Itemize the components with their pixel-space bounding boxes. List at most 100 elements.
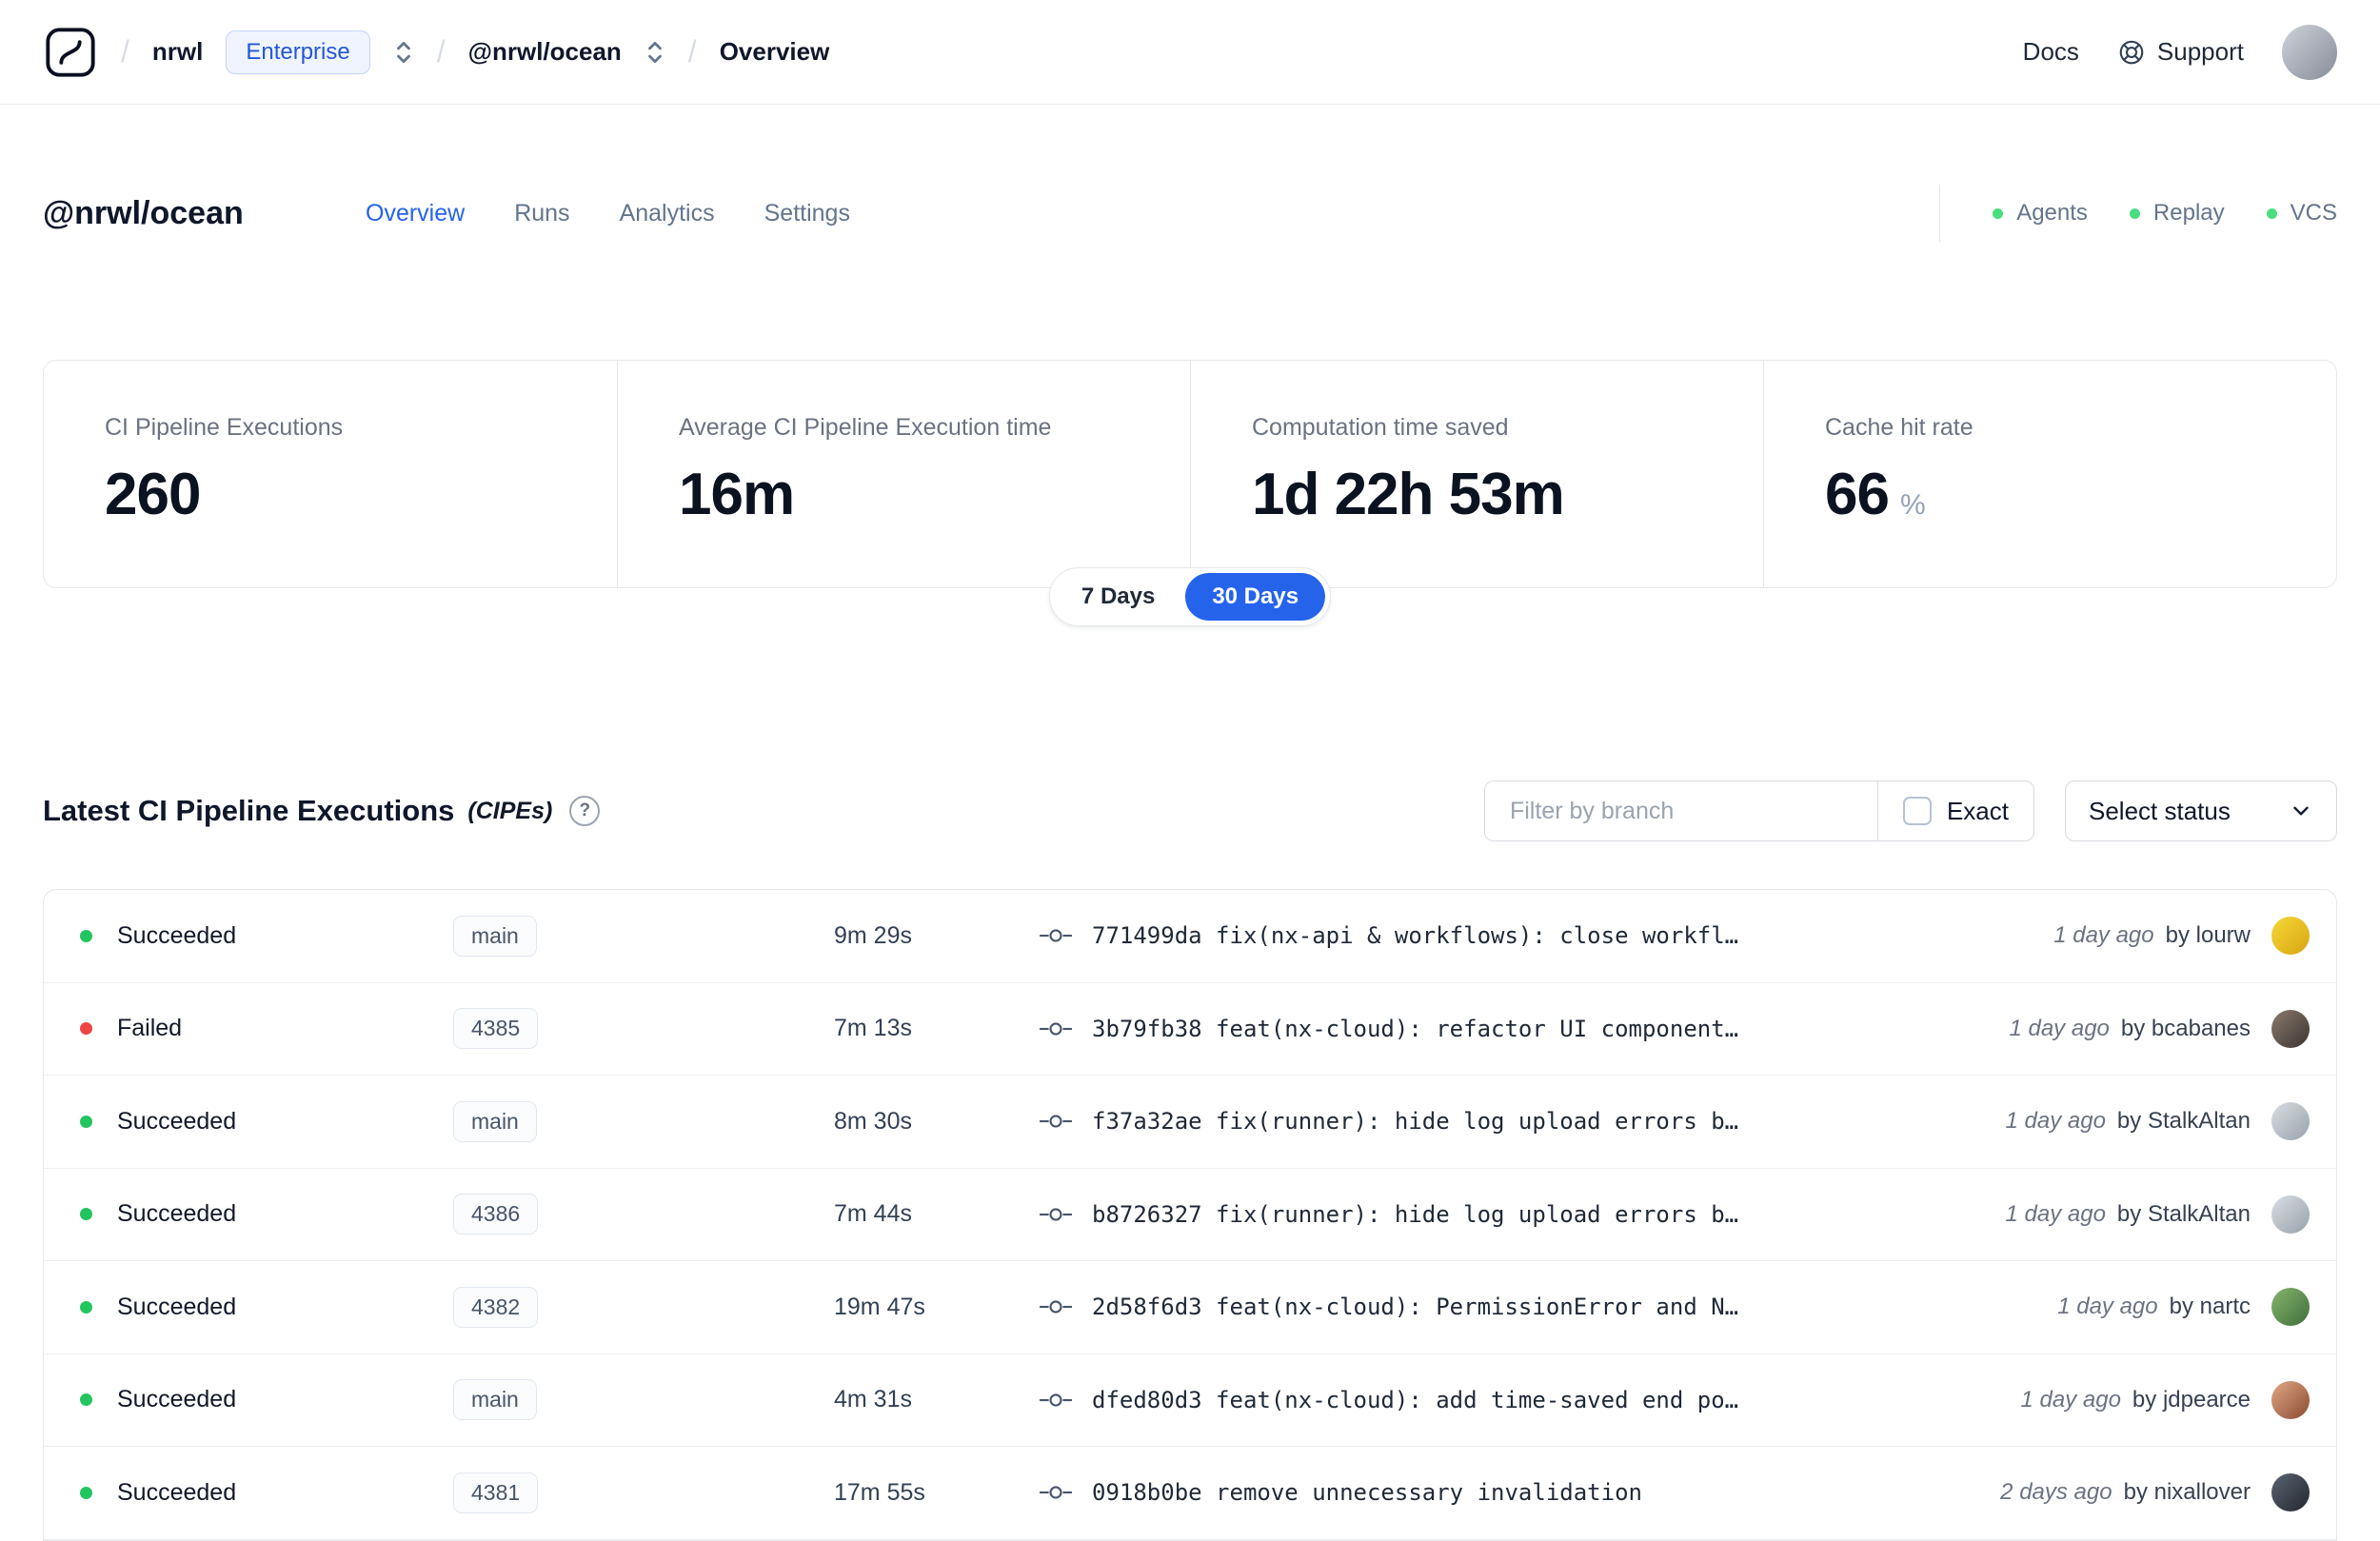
enterprise-badge[interactable]: Enterprise xyxy=(226,30,370,74)
relative-time: 1 day ago xyxy=(2053,922,2154,949)
cipe-section-header: Latest CI Pipeline Executions (CIPEs) ? … xyxy=(43,779,2337,843)
range-7-days-button[interactable]: 7 Days xyxy=(1055,573,1181,621)
avatar xyxy=(2271,1288,2310,1327)
stat-ci-pipeline-executions: CI Pipeline Executions 260 xyxy=(44,361,617,587)
table-row[interactable]: Failed 4385 7m 13s 3b79fb38 feat(nx-clou… xyxy=(44,983,2336,1076)
breadcrumb-org[interactable]: nrwl xyxy=(152,37,203,67)
duration-label: 7m 44s xyxy=(834,1200,912,1228)
range-30-days-button[interactable]: 30 Days xyxy=(1185,573,1326,621)
page-title: @nrwl/ocean xyxy=(43,194,244,231)
git-commit-icon xyxy=(1039,1204,1073,1225)
status-dot xyxy=(80,1208,92,1221)
exact-checkbox[interactable] xyxy=(1902,797,1932,825)
status-label: Succeeded xyxy=(117,1478,237,1506)
top-navbar: / nrwl Enterprise / @nrwl/ocean / Overvi… xyxy=(0,0,2380,105)
branch-badge[interactable]: main xyxy=(453,1100,537,1142)
table-row[interactable]: Succeeded main 8m 30s f37a32ae fix(runne… xyxy=(44,1076,2336,1169)
table-row[interactable]: Succeeded 4382 19m 47s 2d58f6d3 feat(nx-… xyxy=(44,1261,2336,1354)
stat-cache-hit-rate: Cache hit rate 66 % xyxy=(1763,361,2336,587)
select-status-label: Select status xyxy=(2089,796,2231,825)
docs-link[interactable]: Docs xyxy=(2023,37,2079,67)
avatar xyxy=(2271,1380,2310,1419)
branch-badge[interactable]: 4381 xyxy=(453,1472,539,1513)
relative-time: 2 days ago xyxy=(2000,1479,2112,1506)
table-row[interactable]: Succeeded main 4m 31s dfed80d3 feat(nx-c… xyxy=(44,1354,2336,1447)
select-status-dropdown[interactable]: Select status xyxy=(2065,780,2337,841)
help-icon[interactable]: ? xyxy=(569,796,601,826)
avatar xyxy=(2271,1195,2310,1234)
section-title: Latest CI Pipeline Executions xyxy=(43,794,455,827)
support-label: Support xyxy=(2156,37,2244,66)
support-link[interactable]: Support xyxy=(2117,37,2244,67)
avatar xyxy=(2271,1009,2310,1048)
nx-cloud-logo[interactable] xyxy=(43,25,98,80)
agents-label: Agents xyxy=(2016,200,2088,226)
lifebuoy-icon xyxy=(2117,38,2146,67)
git-commit-icon xyxy=(1039,1482,1073,1503)
status-label: Failed xyxy=(117,1015,183,1042)
exact-label: Exact xyxy=(1946,796,2009,825)
git-commit-icon xyxy=(1039,1296,1073,1317)
breadcrumb-separator: / xyxy=(121,34,129,69)
branch-badge[interactable]: 4386 xyxy=(453,1194,539,1235)
table-row[interactable]: Succeeded 4386 7m 44s b8726327 fix(runne… xyxy=(44,1169,2336,1261)
breadcrumb-workspace[interactable]: @nrwl/ocean xyxy=(468,37,622,67)
feature-status-links: Agents Replay VCS xyxy=(1939,185,2337,242)
agents-link[interactable]: Agents xyxy=(1993,200,2088,227)
green-dot-icon xyxy=(1993,207,2004,219)
duration-label: 4m 31s xyxy=(834,1386,912,1413)
tab-overview[interactable]: Overview xyxy=(366,200,465,227)
stat-value: 16m xyxy=(679,462,795,527)
section-subtitle: (CIPEs) xyxy=(467,797,553,824)
table-row[interactable]: Succeeded main 9m 29s 771499da fix(nx-ap… xyxy=(44,890,2336,983)
commit-message: dfed80d3 feat(nx-cloud): add time-saved … xyxy=(1092,1386,1739,1413)
duration-label: 7m 13s xyxy=(834,1015,912,1042)
workspace-header: @nrwl/ocean Overview Runs Analytics Sett… xyxy=(0,185,2380,242)
status-label: Succeeded xyxy=(117,1293,237,1320)
stat-value: 66 xyxy=(1825,462,1890,527)
status-label: Succeeded xyxy=(117,921,237,949)
status-dot xyxy=(80,1115,92,1128)
org-selector-chevron-icon[interactable] xyxy=(393,39,414,66)
vcs-label: VCS xyxy=(2290,200,2337,226)
replay-link[interactable]: Replay xyxy=(2129,200,2225,227)
git-commit-icon xyxy=(1039,925,1073,946)
status-dot xyxy=(80,1393,92,1407)
duration-label: 9m 29s xyxy=(834,921,912,949)
stat-value: 1d 22h 53m xyxy=(1252,462,1565,527)
vcs-link[interactable]: VCS xyxy=(2266,200,2337,227)
tab-settings[interactable]: Settings xyxy=(764,200,850,227)
tab-analytics[interactable]: Analytics xyxy=(620,200,715,227)
workspace-selector-chevron-icon[interactable] xyxy=(645,39,665,66)
status-dot xyxy=(80,1022,92,1036)
stat-cards: CI Pipeline Executions 260 Average CI Pi… xyxy=(43,360,2337,588)
green-dot-icon xyxy=(2129,207,2140,219)
tab-runs[interactable]: Runs xyxy=(514,200,569,227)
commit-message: b8726327 fix(runner): hide log upload er… xyxy=(1092,1200,1739,1228)
status-label: Succeeded xyxy=(117,1386,237,1413)
branch-badge[interactable]: 4385 xyxy=(453,1008,539,1050)
avatar xyxy=(2271,917,2310,956)
author-label: by lourw xyxy=(2165,922,2251,949)
author-label: by StalkAltan xyxy=(2116,1108,2251,1135)
relative-time: 1 day ago xyxy=(2005,1108,2106,1135)
status-dot xyxy=(80,1300,92,1314)
commit-message: 771499da fix(nx-api & workflows): close … xyxy=(1092,922,1739,950)
duration-label: 8m 30s xyxy=(834,1107,912,1135)
branch-badge[interactable]: main xyxy=(453,1379,537,1421)
duration-label: 19m 47s xyxy=(834,1293,925,1320)
stat-average-execution-time: Average CI Pipeline Execution time 16m xyxy=(617,361,1190,587)
branch-filter-group: Exact xyxy=(1483,780,2034,841)
git-commit-icon xyxy=(1039,1390,1073,1411)
cipe-table: Succeeded main 9m 29s 771499da fix(nx-ap… xyxy=(43,889,2337,1541)
user-avatar[interactable] xyxy=(2282,24,2337,80)
table-row[interactable]: Succeeded 4381 17m 55s 0918b0be remove u… xyxy=(44,1447,2336,1540)
chevron-down-icon xyxy=(2289,799,2313,823)
workspace-tabs: Overview Runs Analytics Settings xyxy=(366,200,850,227)
stat-suffix: % xyxy=(1899,489,1926,521)
branch-badge[interactable]: main xyxy=(453,915,537,957)
branch-filter-input[interactable] xyxy=(1484,781,1877,840)
branch-badge[interactable]: 4382 xyxy=(453,1286,539,1328)
commit-message: 3b79fb38 feat(nx-cloud): refactor UI com… xyxy=(1092,1015,1739,1042)
breadcrumb-separator: / xyxy=(687,34,697,69)
